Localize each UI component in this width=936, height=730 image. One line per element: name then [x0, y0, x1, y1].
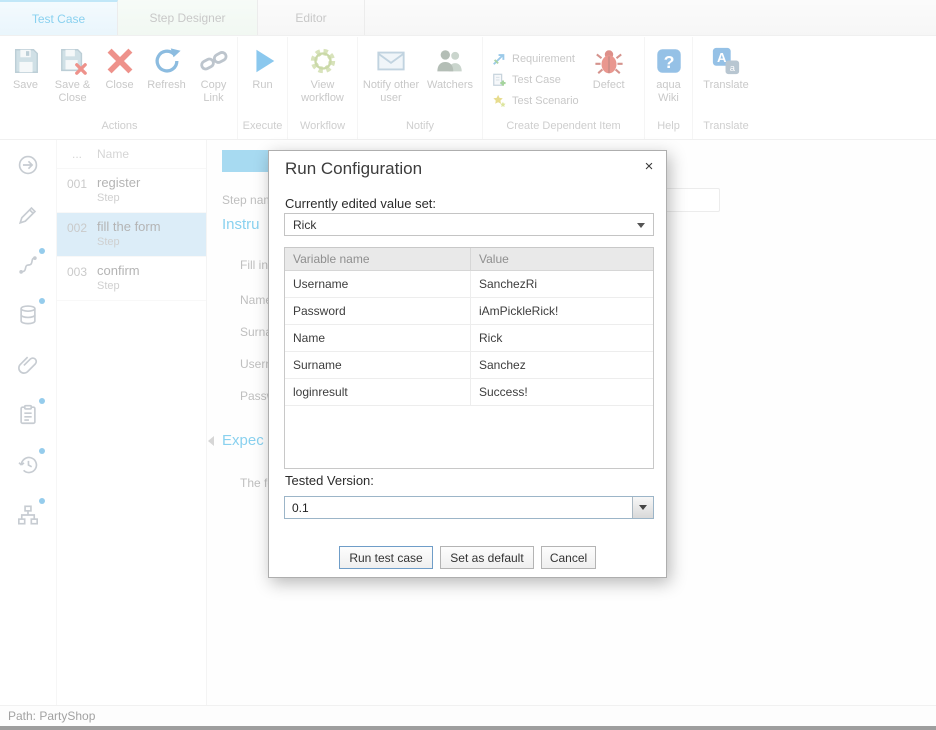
chevron-down-icon	[637, 223, 645, 228]
tested-version-combobox[interactable]: 0.1	[284, 496, 654, 519]
dialog-title: Run Configuration	[285, 159, 422, 179]
combo-dropdown-button[interactable]	[632, 497, 653, 518]
table-row: Surname Sanchez	[285, 352, 653, 379]
header-variable-name: Variable name	[285, 248, 471, 270]
tested-version-label: Tested Version:	[285, 473, 374, 488]
variables-table-header: Variable name Value	[285, 248, 653, 271]
variable-name-cell: Password	[285, 298, 471, 324]
variable-name-cell: Name	[285, 325, 471, 351]
window-bottom-edge	[0, 726, 936, 730]
dialog-button-row: Run test case Set as default Cancel	[269, 546, 666, 569]
value-set-select[interactable]: Rick	[284, 213, 654, 236]
table-row: Name Rick	[285, 325, 653, 352]
variable-name-cell: Username	[285, 271, 471, 297]
value-set-label: Currently edited value set:	[285, 196, 436, 211]
header-value: Value	[471, 248, 653, 270]
variable-value-cell[interactable]: Sanchez	[471, 352, 653, 378]
chevron-down-icon	[639, 505, 647, 510]
variable-name-cell: loginresult	[285, 379, 471, 405]
variable-value-cell[interactable]: Rick	[471, 325, 653, 351]
table-row: Password iAmPickleRick!	[285, 298, 653, 325]
app-window: Test Case Step Designer Editor Save	[0, 0, 936, 730]
run-configuration-dialog: Run Configuration × Currently edited val…	[268, 150, 667, 578]
set-as-default-button[interactable]: Set as default	[440, 546, 534, 569]
run-test-case-button[interactable]: Run test case	[339, 546, 433, 569]
cancel-button[interactable]: Cancel	[541, 546, 596, 569]
value-set-selected: Rick	[293, 218, 316, 232]
dialog-close-icon[interactable]: ×	[638, 156, 660, 176]
variable-value-cell[interactable]: iAmPickleRick!	[471, 298, 653, 324]
variable-name-cell: Surname	[285, 352, 471, 378]
variable-value-cell[interactable]: Success!	[471, 379, 653, 405]
tested-version-value: 0.1	[285, 497, 632, 518]
table-row: Username SanchezRi	[285, 271, 653, 298]
variable-value-cell[interactable]: SanchezRi	[471, 271, 653, 297]
table-row: loginresult Success!	[285, 379, 653, 406]
variables-table: Variable name Value Username SanchezRi P…	[284, 247, 654, 469]
